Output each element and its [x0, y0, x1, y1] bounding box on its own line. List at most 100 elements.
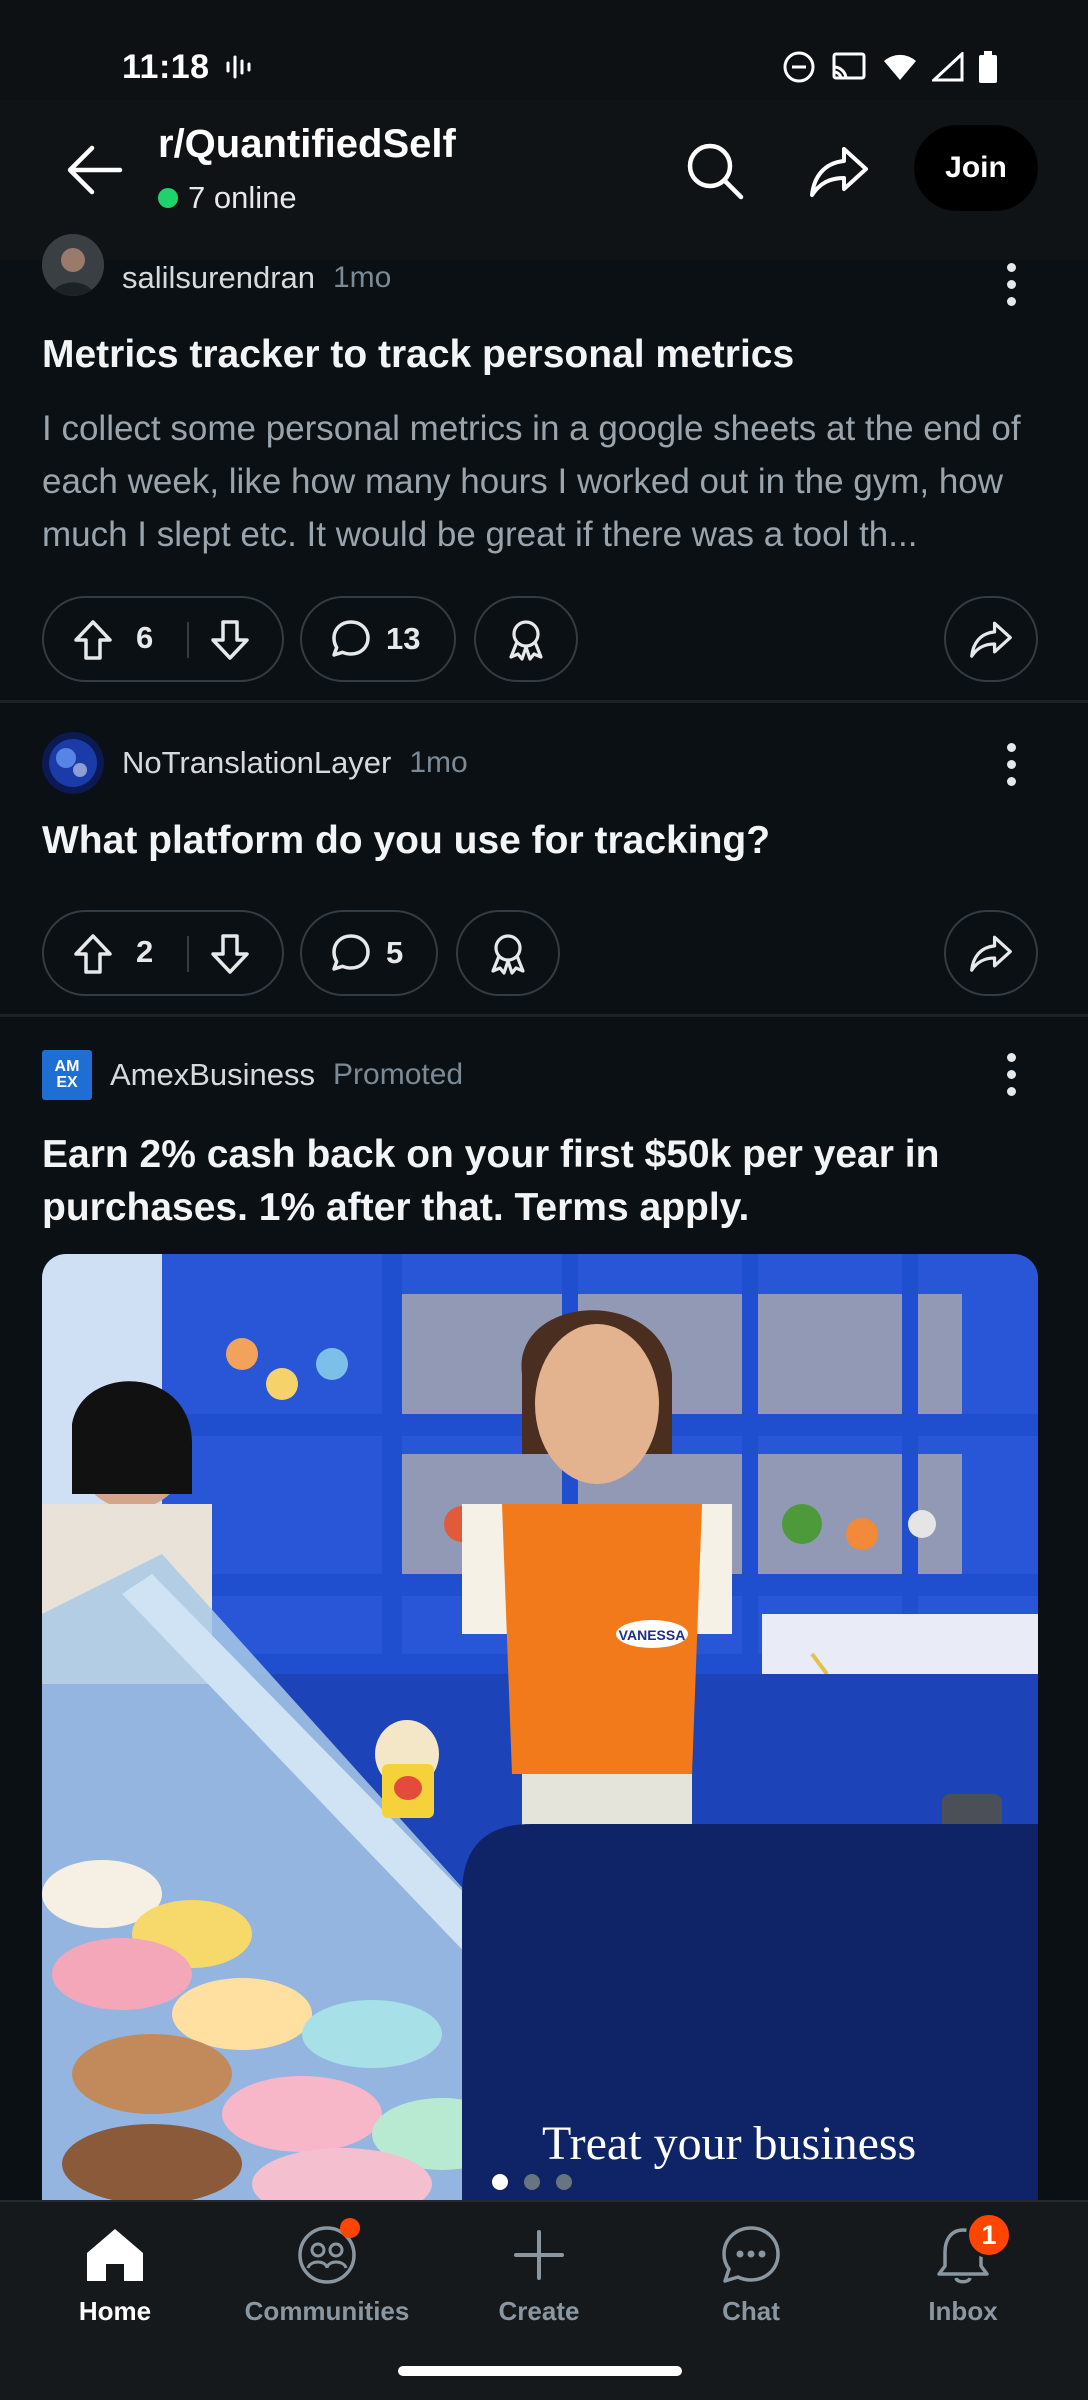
carousel-dot: [524, 2174, 540, 2190]
comments-button[interactable]: 5: [300, 910, 438, 996]
post-share-button[interactable]: [944, 910, 1038, 996]
nav-inbox[interactable]: 1 Inbox: [863, 2212, 1063, 2327]
carousel-dot: [556, 2174, 572, 2190]
post-separator: [0, 1014, 1088, 1017]
amex-logo[interactable]: AM EX: [42, 1050, 92, 1100]
nav-create[interactable]: Create: [439, 2220, 639, 2327]
more-dot: [1006, 1086, 1016, 1096]
downvote-icon: [211, 934, 249, 974]
vote-pill: 6: [42, 596, 284, 682]
award-button[interactable]: [456, 910, 560, 996]
carousel-dot: [492, 2174, 508, 2190]
plus-icon: [504, 2220, 574, 2290]
post-card[interactable]: salilsurendran 1mo Metrics tracker to tr…: [0, 234, 1088, 700]
carousel-indicator: [492, 2174, 572, 2190]
more-dot: [1006, 759, 1016, 769]
advertiser-name[interactable]: AmexBusiness: [110, 1057, 315, 1093]
more-dot: [1006, 776, 1016, 786]
subreddit-name[interactable]: r/QuantifiedSelf: [158, 122, 456, 167]
more-dot: [1006, 1069, 1016, 1079]
nav-communities-label: Communities: [244, 2296, 410, 2326]
chat-icon: [716, 2220, 786, 2290]
post-meta: NoTranslationLayer 1mo: [42, 732, 468, 794]
post-actions: 2 5: [42, 910, 1046, 996]
online-count: 7 online: [188, 180, 297, 215]
status-icons: [782, 50, 998, 89]
status-time: 11:18: [122, 48, 210, 86]
home-indicator[interactable]: [398, 2366, 682, 2376]
author-avatar[interactable]: [42, 732, 104, 794]
nav-chat[interactable]: Chat: [651, 2220, 851, 2327]
share-icon: [810, 147, 868, 197]
upvote-button[interactable]: [72, 618, 114, 667]
post-age: 1mo: [333, 261, 392, 294]
back-arrow-icon: [67, 145, 123, 195]
comment-icon: [332, 934, 370, 971]
vote-count: 6: [136, 620, 154, 655]
ice-cream-shop-illustration: VANESSA: [42, 1254, 1038, 2200]
join-button[interactable]: Join: [914, 125, 1038, 211]
search-button[interactable]: [672, 128, 758, 214]
post-meta: AM EX AmexBusiness Promoted: [42, 1050, 463, 1100]
post-more-button[interactable]: [986, 1044, 1036, 1104]
comments-button[interactable]: 13: [300, 596, 456, 682]
online-dot: [158, 188, 178, 208]
wifi-icon: [882, 52, 918, 87]
more-dot: [1006, 296, 1016, 306]
more-dot: [1006, 279, 1016, 289]
post-title[interactable]: Metrics tracker to track personal metric…: [42, 328, 1042, 381]
post-author[interactable]: NoTranslationLayer: [122, 745, 391, 781]
nav-communities[interactable]: Communities: [227, 2218, 427, 2327]
author-avatar[interactable]: [42, 234, 104, 296]
share-subreddit-button[interactable]: [796, 128, 882, 214]
post-author[interactable]: salilsurendran: [122, 260, 315, 296]
post-more-button[interactable]: [986, 734, 1036, 794]
post-separator: [0, 700, 1088, 703]
post-more-button[interactable]: [986, 254, 1036, 314]
nav-create-label: Create: [498, 2296, 580, 2326]
battery-icon: [978, 51, 998, 88]
back-button[interactable]: [54, 130, 134, 210]
award-icon: [509, 620, 543, 661]
post-card[interactable]: NoTranslationLayer 1mo What platform do …: [0, 732, 1088, 1012]
vote-divider: [187, 622, 189, 658]
nav-inbox-label: Inbox: [928, 2296, 998, 2326]
cast-icon: [830, 51, 868, 88]
vote-divider: [187, 936, 189, 972]
promoted-post[interactable]: AM EX AmexBusiness Promoted Earn 2% cash…: [0, 1050, 1088, 1229]
ad-image[interactable]: VANESSA Treat your business: [42, 1254, 1038, 2200]
more-dot: [1006, 742, 1016, 752]
ad-title[interactable]: Earn 2% cash back on your first $50k per…: [42, 1128, 1042, 1234]
downvote-icon: [211, 620, 249, 660]
communities-icon: [292, 2218, 362, 2290]
nav-chat-label: Chat: [722, 2296, 780, 2326]
upvote-button[interactable]: [72, 932, 114, 981]
search-icon: [687, 143, 744, 200]
post-meta: salilsurendran 1mo: [42, 234, 392, 296]
award-button[interactable]: [474, 596, 578, 682]
post-title[interactable]: What platform do you use for tracking?: [42, 814, 1042, 867]
nav-home[interactable]: Home: [15, 2220, 215, 2327]
comment-count: 5: [386, 935, 404, 970]
voice-activity-icon: [224, 52, 256, 87]
comment-count: 13: [386, 621, 421, 656]
post-age: 1mo: [409, 746, 468, 779]
more-dot: [1006, 1052, 1016, 1062]
ad-image-caption: Treat your business: [542, 2117, 917, 2170]
share-icon: [970, 935, 1012, 972]
upvote-icon: [74, 934, 112, 974]
signal-icon: [930, 50, 964, 87]
inbox-badge: 1: [966, 2212, 1012, 2258]
subreddit-header: r/QuantifiedSelf 7 online Join: [0, 100, 1088, 260]
vote-pill: 2: [42, 910, 284, 996]
comment-icon: [332, 620, 370, 657]
upvote-icon: [74, 620, 112, 660]
downvote-button[interactable]: [209, 618, 251, 667]
more-dot: [1006, 262, 1016, 272]
name-tag: VANESSA: [619, 1627, 686, 1643]
notification-dot: [340, 2218, 360, 2238]
post-body[interactable]: I collect some personal metrics in a goo…: [42, 402, 1042, 561]
bell-icon: 1: [928, 2212, 1012, 2290]
post-share-button[interactable]: [944, 596, 1038, 682]
downvote-button[interactable]: [209, 932, 251, 981]
